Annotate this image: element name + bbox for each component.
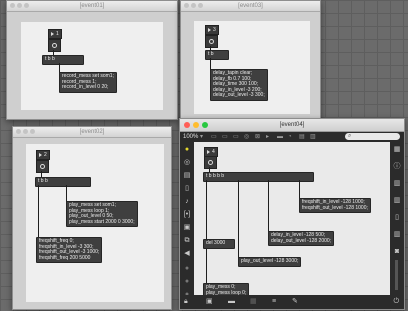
bang-button[interactable] xyxy=(205,35,218,48)
window-title: [event04] xyxy=(279,122,305,128)
bang-button[interactable] xyxy=(48,39,61,52)
patch-cord xyxy=(268,180,269,232)
patcher-canvas[interactable]: 3 t b delay_tapin clear; delay_fb 0.7 10… xyxy=(194,21,310,114)
trigger-object[interactable]: t b xyxy=(205,50,229,60)
comment-box-play-out[interactable]: play_out_level -128 3000; xyxy=(238,257,302,267)
wrench-icon[interactable]: ✎ xyxy=(292,295,298,309)
meter-icon[interactable]: ▥ xyxy=(310,132,316,142)
trigger-object[interactable]: t b b xyxy=(42,55,84,65)
circle-icon[interactable]: ● xyxy=(180,264,194,273)
patch-cord xyxy=(206,180,207,240)
window-title: [event01] xyxy=(79,3,105,9)
lock-icon[interactable]: 🔒︎ xyxy=(184,295,188,309)
speaker-icon[interactable]: ◀ xyxy=(180,249,194,258)
grid-icon[interactable]: ▦ xyxy=(390,145,404,154)
patcher-canvas[interactable]: 2 t b b play_mess set som1; play_mess lo… xyxy=(26,144,164,302)
comment-box[interactable]: record_mess set som1; record_mess 1; rec… xyxy=(59,72,117,93)
patch-cord xyxy=(206,249,207,284)
search-input[interactable]: ⌕ xyxy=(345,133,400,140)
title-bar-event04[interactable]: [event04] xyxy=(180,119,404,132)
list-icon[interactable]: ▤ xyxy=(180,171,194,180)
title-bar-event03[interactable]: [event03] xyxy=(181,1,320,12)
document-icon[interactable]: ▯ xyxy=(180,184,194,193)
comment-icon[interactable]: ▬ xyxy=(228,295,235,309)
power-icon[interactable]: ⏻ xyxy=(393,295,399,309)
comment-box[interactable]: delay_tapin clear; delay_fb 0.7 100; del… xyxy=(210,69,268,101)
columns-icon[interactable]: ▥ xyxy=(390,179,404,188)
lines-icon[interactable]: ≡ xyxy=(272,295,276,309)
split-icon[interactable]: ▥ xyxy=(390,230,404,239)
toggle-icon[interactable]: ⊠ xyxy=(255,132,260,142)
delay-object[interactable]: del 3000 xyxy=(203,239,235,249)
window-event04[interactable]: [event04] 100% ▾ ▭ ▭ ▭ ◎ ⊠ ▸ ▬ ◔ ▤ ▥ ⌕ ●… xyxy=(179,118,405,310)
left-sidebar: ● ◎ ▤ ▯ ♪ [•] ▣ ⧉ ◀ ● ● ● xyxy=(180,142,194,298)
right-sidebar: ▦ ⓘ ▥ ▥ ▯ ▥ ◙ xyxy=(390,142,404,295)
comment-icon[interactable]: ▭ xyxy=(233,132,239,142)
bracket-icon[interactable]: [•] xyxy=(180,210,194,219)
bang-button[interactable] xyxy=(204,156,217,169)
patch-cord xyxy=(38,185,39,238)
clip-icon[interactable]: ▯ xyxy=(390,213,404,222)
presentation-icon[interactable]: ▣ xyxy=(206,295,213,309)
comment-box-freqshift[interactable]: freqshift_freq 0; freqshift_in_level -3 … xyxy=(36,237,103,264)
trigger-object[interactable]: t b b b b xyxy=(203,172,314,182)
window-title: [event02] xyxy=(79,129,105,135)
bottom-toolbar: 🔒︎ ▣ ▬ ▦ ≡ ✎ ⏻ xyxy=(180,295,404,309)
number-icon[interactable]: ▸ xyxy=(266,132,269,142)
gain-icon[interactable]: ▤ xyxy=(299,132,305,142)
gear-icon[interactable]: ◎ xyxy=(180,158,194,167)
window-title: [event03] xyxy=(238,3,263,9)
zoom-level[interactable]: 100% xyxy=(183,132,198,142)
circle-icon[interactable]: ● xyxy=(180,277,194,286)
grid-icon[interactable]: ▦ xyxy=(250,295,257,309)
window-event01[interactable]: [event01] 1 t b b record_mess set som1; … xyxy=(6,0,178,120)
bang-icon[interactable]: ◎ xyxy=(244,132,249,142)
music-note-icon[interactable]: ♪ xyxy=(180,197,194,206)
capture-icon[interactable]: ◙ xyxy=(390,247,404,256)
search-icon: ⌕ xyxy=(348,133,352,139)
title-bar-event01[interactable]: [event01] xyxy=(7,1,177,12)
bang-button[interactable] xyxy=(36,160,49,173)
volume-slider[interactable] xyxy=(395,260,398,290)
chevron-down-icon[interactable]: ▾ xyxy=(200,132,203,142)
patch-cord xyxy=(66,185,67,202)
columns-icon[interactable]: ▥ xyxy=(390,196,404,205)
message-box[interactable]: 3 xyxy=(205,25,219,35)
title-bar-event02[interactable]: [event02] xyxy=(13,127,171,138)
window-event02[interactable]: [event02] 2 t b b play_mess set som1; pl… xyxy=(12,126,172,310)
maxlogo-icon[interactable]: ● xyxy=(180,145,194,154)
message-box[interactable]: 2 xyxy=(36,150,50,160)
message-box[interactable]: 1 xyxy=(48,29,62,39)
patch-cord xyxy=(299,180,300,199)
comment-box-delay[interactable]: delay_in_level -128 500; delay_out_level… xyxy=(268,231,335,247)
object-icon[interactable]: ▭ xyxy=(211,132,217,142)
message-icon[interactable]: ▭ xyxy=(222,132,228,142)
slider-icon[interactable]: ▬ xyxy=(277,132,283,142)
window-event03[interactable]: [event03] 3 t b delay_tapin clear; delay… xyxy=(180,0,321,124)
comment-box-freqshift[interactable]: freqshift_in_level -128 1000; freqshift_… xyxy=(299,198,371,214)
patch-cord xyxy=(238,180,239,258)
link-icon[interactable]: ⧉ xyxy=(180,236,194,245)
image-icon[interactable]: ▣ xyxy=(180,223,194,232)
info-icon[interactable]: ⓘ xyxy=(390,162,404,171)
patcher-canvas[interactable]: 4 t b b b b freqshift_in_level -128 1000… xyxy=(194,142,390,299)
comment-box-play[interactable]: play_mess set som1; play_mess loop 1; pl… xyxy=(66,201,138,228)
trigger-object[interactable]: t b b xyxy=(35,177,91,187)
dial-icon[interactable]: ◔ xyxy=(288,132,292,142)
patcher-toolbar: 100% ▾ ▭ ▭ ▭ ◎ ⊠ ▸ ▬ ◔ ▤ ▥ ⌕ xyxy=(180,132,404,142)
patcher-canvas[interactable]: 1 t b b record_mess set som1; record_mes… xyxy=(21,22,163,110)
